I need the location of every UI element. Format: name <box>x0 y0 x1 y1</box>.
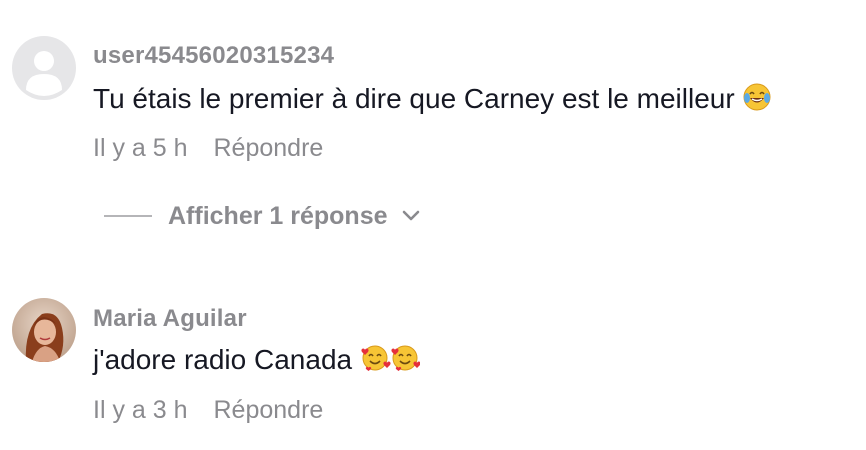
comment-timestamp: Il y a 5 h <box>93 134 188 162</box>
view-replies-label: Afficher 1 réponse <box>168 201 388 230</box>
user-silhouette-icon <box>26 51 62 96</box>
comment-meta: Il y a 3 h Répondre <box>93 396 323 425</box>
chevron-down-icon <box>402 210 420 222</box>
face-with-tears-of-joy-icon <box>742 82 772 119</box>
avatar[interactable] <box>12 298 76 362</box>
reply-button[interactable]: Répondre <box>214 396 324 425</box>
comment-username[interactable]: user45456020315234 <box>93 42 334 70</box>
comment-text-row: Tu étais le premier à dire que Carney es… <box>93 82 772 119</box>
divider-line <box>104 215 152 217</box>
smiling-face-with-hearts-icon <box>360 343 421 380</box>
comment-text-row: j'adore radio Canada <box>93 343 421 380</box>
comment-text: Tu étais le premier à dire que Carney es… <box>93 83 735 114</box>
view-replies-button[interactable]: Afficher 1 réponse <box>104 198 420 234</box>
comment-meta: Il y a 5 h Répondre <box>93 134 323 163</box>
default-avatar[interactable] <box>12 36 76 100</box>
comment-text: j'adore radio Canada <box>93 344 353 375</box>
comment-username[interactable]: Maria Aguilar <box>93 305 247 333</box>
comment-timestamp: Il y a 3 h <box>93 396 188 424</box>
reply-button[interactable]: Répondre <box>214 134 324 163</box>
profile-photo <box>12 298 76 362</box>
